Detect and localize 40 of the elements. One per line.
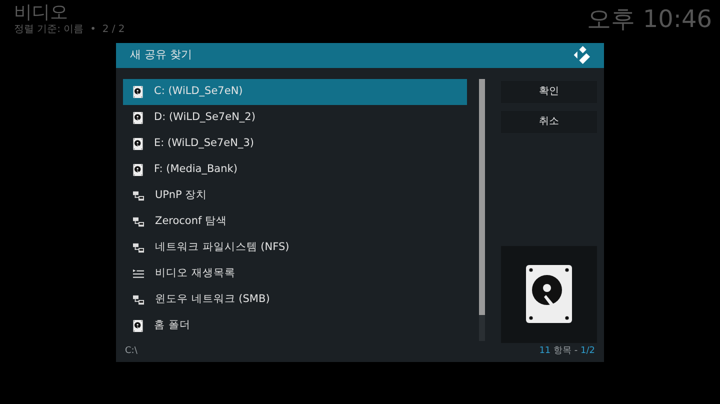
- source-label: 네트워크 파일시스템 (NFS): [155, 240, 290, 255]
- source-item[interactable]: C: (WiLD_Se7eN): [123, 78, 468, 105]
- logo-icon: [572, 46, 590, 64]
- network-icon: [133, 242, 144, 253]
- source-label: E: (WiLD_Se7eN_3): [154, 136, 254, 151]
- source-label: UPnP 장치: [155, 188, 208, 203]
- source-item[interactable]: 홈 폴더: [123, 312, 468, 339]
- source-item[interactable]: 비디오 재생목록: [123, 260, 468, 287]
- source-label: 윈도우 네트워크 (SMB): [155, 292, 270, 307]
- hard-drive-icon: [526, 265, 572, 324]
- source-item[interactable]: UPnP 장치: [123, 182, 468, 209]
- dialog-title: 새 공유 찾기: [130, 47, 192, 64]
- source-item[interactable]: E: (WiLD_Se7eN_3): [123, 130, 468, 157]
- hard-drive-icon: [133, 320, 143, 332]
- source-item[interactable]: 네트워크 파일시스템 (NFS): [123, 234, 468, 261]
- clock: 오후 10:46: [587, 4, 712, 34]
- network-icon: [133, 190, 144, 201]
- sort-info: 정렬 기준: 이름 • 2 / 2: [14, 24, 125, 36]
- dialog-button[interactable]: 확인: [501, 80, 597, 103]
- dialog-button[interactable]: 취소: [501, 110, 597, 133]
- source-item[interactable]: 윈도우 네트워크 (SMB): [123, 286, 468, 313]
- playlist-icon: [133, 268, 144, 279]
- source-item[interactable]: D: (WiLD_Se7eN_2): [123, 104, 468, 131]
- source-label: F: (Media_Bank): [154, 162, 238, 177]
- source-label: C: (WiLD_Se7eN): [154, 84, 243, 99]
- hard-drive-icon: [133, 86, 143, 98]
- hard-drive-icon: [133, 164, 143, 176]
- source-label: 홈 폴더: [154, 318, 190, 333]
- network-icon: [133, 216, 144, 227]
- source-label: 비디오 재생목록: [155, 266, 236, 281]
- source-item[interactable]: Zeroconf 탐색: [123, 208, 468, 235]
- hard-drive-icon: [133, 138, 143, 150]
- item-count: 11 항목 - 1/2: [539, 344, 595, 358]
- page-title: 비디오: [14, 2, 69, 24]
- source-label: D: (WiLD_Se7eN_2): [154, 110, 256, 125]
- hard-drive-icon: [133, 112, 143, 124]
- current-path: C:\: [125, 344, 138, 358]
- source-item[interactable]: F: (Media_Bank): [123, 156, 468, 183]
- network-icon: [133, 294, 144, 305]
- source-label: Zeroconf 탐색: [155, 214, 228, 229]
